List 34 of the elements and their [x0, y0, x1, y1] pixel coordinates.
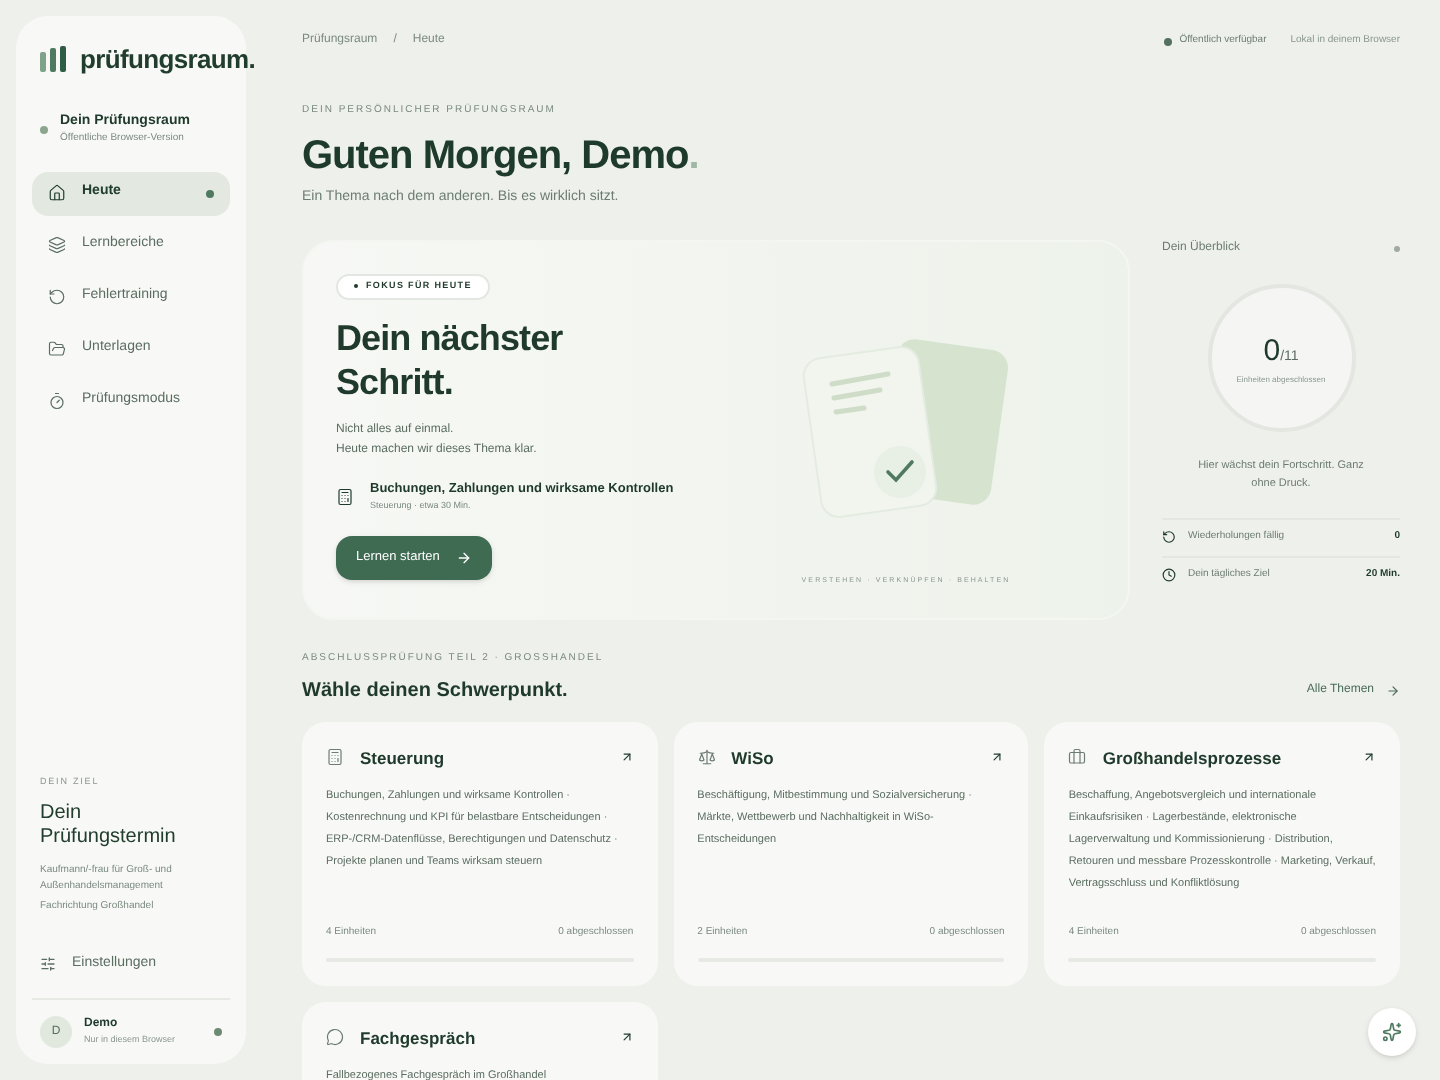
nav-icon [48, 392, 66, 410]
arrow-up-right-icon [990, 750, 1005, 765]
nav-icon [48, 288, 66, 306]
topic-card[interactable] [302, 721, 658, 985]
topic-card-title: Fachgespräch [360, 1025, 478, 1051]
arrow-right-icon [455, 550, 472, 567]
arrow-up-right-icon [619, 1030, 634, 1045]
topic-icon [326, 748, 344, 767]
nav-icon [48, 340, 66, 358]
topic-icon [326, 1028, 344, 1047]
row-icon [1162, 530, 1176, 545]
calculator-icon [336, 487, 354, 505]
settings-icon [40, 955, 56, 972]
nav-icon [48, 184, 66, 202]
goal-title: Dein Prüfungstermin [40, 801, 178, 849]
topic-card[interactable] [1044, 721, 1400, 985]
arrow-up-right-icon [619, 750, 634, 765]
topic-card-title: WiSo [731, 745, 776, 771]
nav-icon [48, 236, 66, 254]
logo-icon [40, 46, 68, 73]
greeting-title: Guten Morgen, Demo. [302, 131, 701, 179]
topic-icon [697, 748, 716, 767]
sparkles-icon [1382, 1022, 1402, 1042]
arrow-right-icon [1386, 683, 1400, 697]
topic-icon [1068, 748, 1087, 767]
brand-name: prüfungsraum. [80, 42, 255, 78]
focus-title: Dein nächster Schritt. [336, 315, 565, 404]
arrow-up-right-icon [1362, 750, 1376, 765]
assistant-button[interactable] [1368, 1008, 1416, 1056]
topic-card-title: Steuerung [360, 745, 447, 771]
row-icon [1162, 567, 1176, 582]
topics-title: Wähle deinen Schwerpunkt. [302, 677, 568, 705]
progress-count: 0 [1263, 331, 1281, 372]
topic-card-title: Großhandelsprozesse [1102, 745, 1284, 771]
